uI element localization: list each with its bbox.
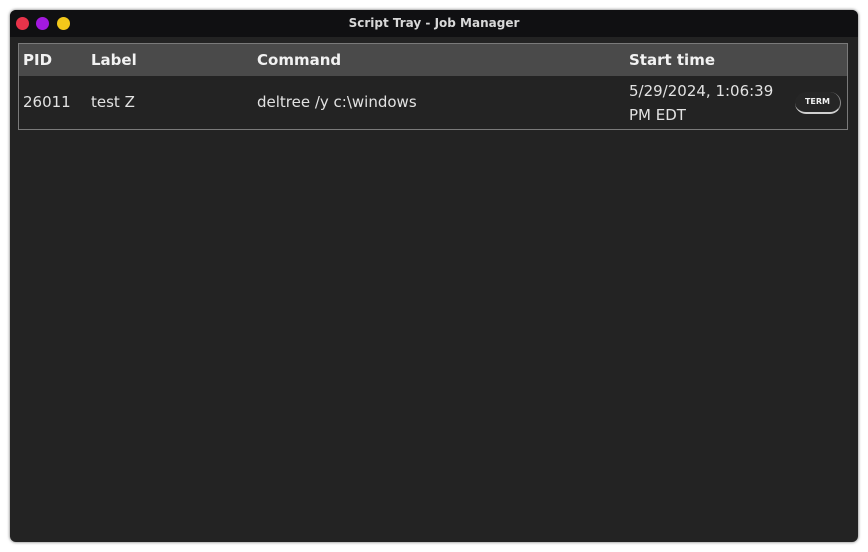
column-header-command: Command: [257, 51, 342, 69]
jobs-table: PID Label Command Start time 26011 test …: [18, 43, 848, 130]
title-bar[interactable]: Script Tray - Job Manager: [10, 10, 858, 37]
column-header-start-time: Start time: [629, 51, 716, 69]
terminate-job-button[interactable]: TERM: [795, 92, 841, 114]
column-header-pid: PID: [23, 51, 53, 69]
column-header-label: Label: [91, 51, 137, 69]
cell-pid: 26011: [23, 93, 71, 111]
window-title: Script Tray - Job Manager: [348, 16, 520, 30]
table-row: 26011 test Z deltree /y c:\windows 5/29/…: [19, 76, 847, 129]
cell-start-time: 5/29/2024, 1:06:39 PM EDT: [629, 82, 774, 124]
cell-command: deltree /y c:\windows: [257, 93, 417, 111]
cell-label: test Z: [91, 93, 135, 111]
table-header: PID Label Command Start time: [19, 44, 847, 76]
job-manager-window: Script Tray - Job Manager PID Label Comm…: [10, 10, 858, 542]
